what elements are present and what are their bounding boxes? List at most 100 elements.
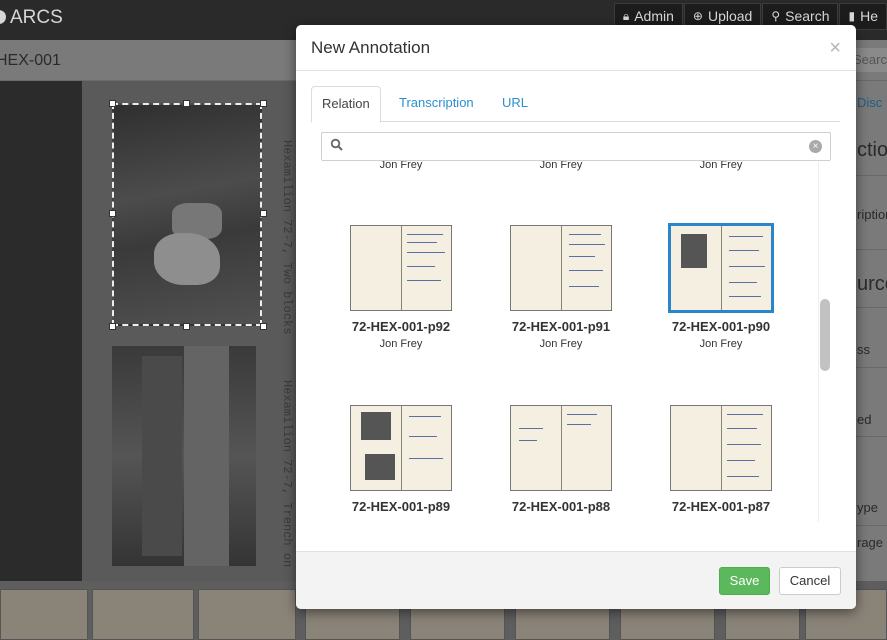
resize-handle[interactable] [260,323,267,330]
handwriting [567,424,591,425]
handwriting [729,266,765,267]
section-heading: ction [857,139,887,161]
filmstrip-thumbnail[interactable] [92,589,194,640]
search-icon [330,138,343,151]
result-author: Jon Frey [379,338,423,350]
handwriting [727,414,763,415]
result-author: Jon Frey [539,161,583,171]
notebook-spine [561,406,562,490]
photo-detail [142,356,182,556]
handwriting [409,458,443,459]
relation-search-input[interactable] [350,137,790,157]
resize-handle[interactable] [183,100,190,107]
handwriting [729,236,763,237]
divider [855,307,887,308]
page-thumbnail[interactable] [350,225,452,311]
result-author: Jon Frey [539,338,583,350]
page-thumbnail[interactable] [670,405,772,491]
handwriting [519,440,537,441]
discussion-link[interactable]: Disc [857,95,882,110]
cancel-button[interactable]: Cancel [779,567,841,595]
field-label: rage [857,535,884,550]
tab-transcription[interactable]: Transcription [389,86,484,122]
tab-relation[interactable]: Relation [311,86,381,123]
modal-header: New Annotation × [296,25,856,71]
resize-handle[interactable] [260,100,267,107]
photo-caption: Hexamilion 72-7, Two blocks [280,140,294,335]
divider [855,367,887,368]
page-thumbnail[interactable] [668,223,774,313]
handwriting [727,476,759,477]
handwriting [567,414,597,415]
resize-handle[interactable] [183,323,190,330]
handwriting [729,250,759,251]
result-name: 72-HEX-001-p92 [351,319,451,334]
new-annotation-modal: New Annotation × Relation Transcription … [296,25,856,609]
handwriting [569,256,595,257]
handwriting [519,428,543,429]
notebook-spine [721,226,722,310]
result-name: 72-HEX-001-p88 [511,499,611,514]
result-name: 72-HEX-001-p91 [511,319,611,334]
handwriting [569,244,605,245]
handwriting [569,270,603,271]
right-panel: Disc ction ription urce ss ed ype rage [855,81,887,581]
resize-handle[interactable] [260,210,267,217]
divider [855,175,887,176]
notebook-spine [401,226,402,310]
page-thumbnail[interactable] [510,225,612,311]
page-thumbnail[interactable] [350,405,452,491]
page-title: HEX-001 [0,52,61,69]
result-author: Jon Frey [379,161,423,171]
resize-handle[interactable] [109,210,116,217]
field-label: ed [857,412,872,427]
result-author: Jon Frey [699,338,743,350]
clear-search-icon[interactable]: × [809,140,822,153]
handwriting [409,436,437,437]
close-icon[interactable]: × [829,37,841,60]
handwriting [727,428,757,429]
handwriting [407,242,437,243]
modal-footer: Save Cancel [296,551,856,609]
annotation-tabs: Relation Transcription URL [311,86,840,123]
brand[interactable]: ARCS [0,7,63,29]
handwriting [407,234,443,235]
tab-url[interactable]: URL [492,86,538,122]
result-name: 72-HEX-001-p87 [671,499,771,514]
trench-photo [112,346,256,566]
save-button[interactable]: Save [719,567,770,595]
resize-handle[interactable] [109,323,116,330]
left-panel [0,81,82,581]
handwriting [729,296,761,297]
result-name: 72-HEX-001-p90 [671,319,771,334]
page-thumbnail[interactable] [510,405,612,491]
modal-title: New Annotation [311,38,431,57]
photo-detail [184,346,229,566]
section-heading: urce [857,273,887,295]
handwriting [569,234,601,235]
handwriting [569,286,599,287]
resize-handle[interactable] [109,100,116,107]
divider [855,436,887,437]
filmstrip-thumbnail[interactable] [198,589,296,640]
page-photo [365,454,395,480]
photo-caption: Hexamilion 72-7, Trench on [280,380,294,568]
relation-search: × [321,132,831,161]
filmstrip-thumbnail[interactable] [0,589,88,640]
field-label: ss [857,342,870,357]
logo-icon [0,10,6,24]
divider [855,525,887,526]
handwriting [407,266,435,267]
notebook-spine [721,406,722,490]
notebook-spine [561,226,562,310]
field-label: ription [857,207,887,222]
notebook-spine [401,406,402,490]
handwriting [729,282,757,283]
handwriting [727,444,761,445]
photo-detail [154,233,220,285]
handwriting [407,252,445,253]
result-author: Jon Frey [699,161,743,171]
handwriting [407,280,441,281]
selected-photo-region[interactable] [112,103,262,326]
handwriting [727,460,755,461]
